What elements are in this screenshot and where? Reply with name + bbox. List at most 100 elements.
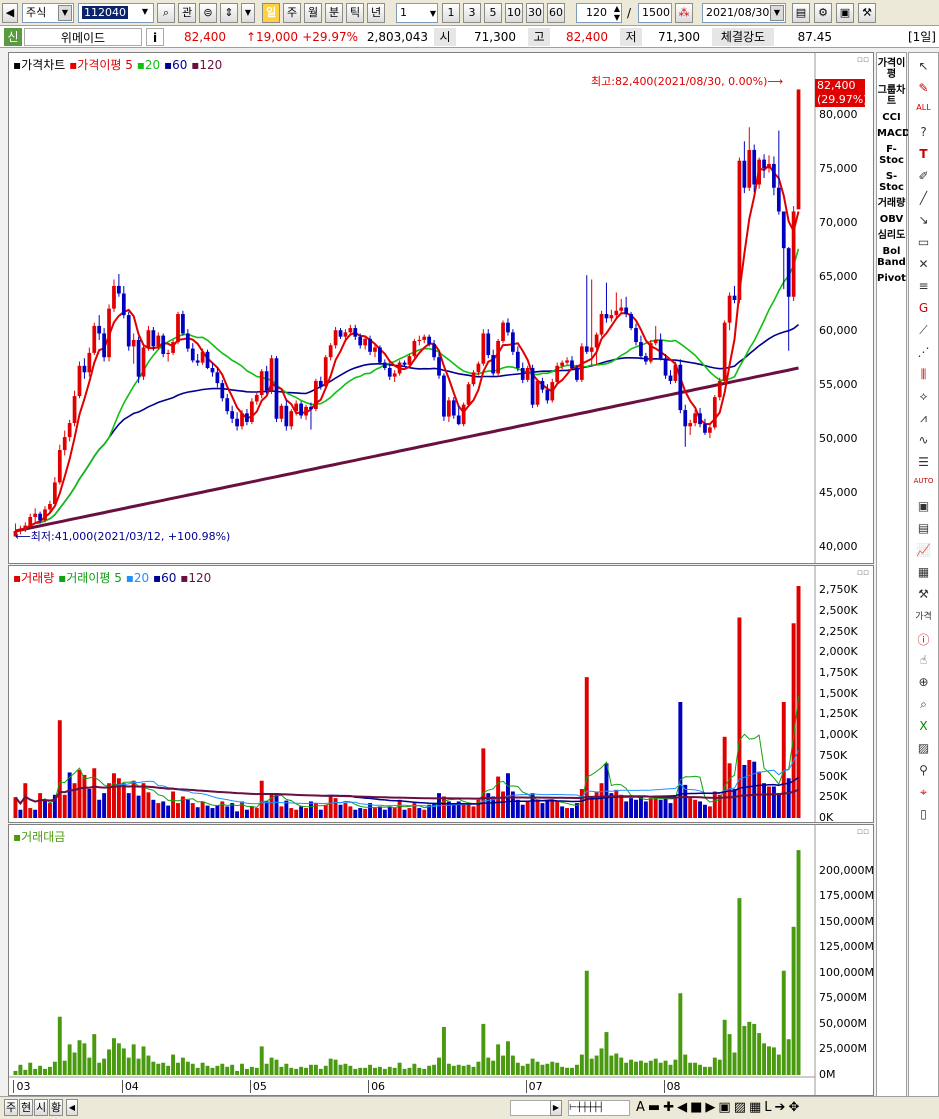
spinner-icon[interactable]: ▲ ▼ xyxy=(614,4,620,22)
period-minute[interactable]: 분 xyxy=(325,3,343,23)
period-day[interactable]: 일 xyxy=(262,3,280,23)
indicator-6[interactable]: 거래량 xyxy=(877,198,906,209)
period-month[interactable]: 월 xyxy=(304,3,322,23)
back-icon[interactable]: ◀ xyxy=(2,3,18,23)
n-5-button[interactable]: 5 xyxy=(484,3,502,23)
chart-icon[interactable]: 📈 xyxy=(914,543,934,559)
price-icon[interactable]: 가격 xyxy=(914,609,934,625)
count-input[interactable]: 120 ▲ ▼ xyxy=(576,3,622,23)
info-button[interactable]: i xyxy=(146,28,164,46)
pointer-icon[interactable]: ☝ xyxy=(914,653,934,669)
prev-icon[interactable]: ◀ xyxy=(677,1100,690,1115)
text-icon[interactable]: T xyxy=(914,147,934,163)
doc-search-icon[interactable]: ⌕ xyxy=(914,697,934,713)
zoom-icon[interactable]: ⊕ xyxy=(914,675,934,691)
indicator-0[interactable]: 가격이평 xyxy=(877,58,906,80)
amount-chart[interactable] xyxy=(9,825,873,1095)
table-icon[interactable]: ▦ xyxy=(914,565,934,581)
list-icon[interactable]: ▤ xyxy=(914,521,934,537)
period-week[interactable]: 주 xyxy=(283,3,301,23)
tab-hwang[interactable]: 황 xyxy=(49,1099,63,1116)
all-icon[interactable]: ALL xyxy=(914,103,934,119)
next-icon[interactable]: ▶ xyxy=(705,1100,718,1115)
period-tick[interactable]: 틱 xyxy=(346,3,364,23)
indicator-10[interactable]: Pivot xyxy=(877,273,906,284)
speed-line-icon[interactable]: ⟡ xyxy=(914,389,934,405)
chevron-down-icon[interactable]: ▼ xyxy=(430,5,436,23)
n-10-button[interactable]: 10 xyxy=(505,3,523,23)
chevron-down-icon[interactable]: ▼ xyxy=(770,5,784,21)
gann-icon[interactable]: G xyxy=(914,301,934,317)
cross-icon[interactable]: ✕ xyxy=(914,257,934,273)
indicator-7[interactable]: OBV xyxy=(877,214,906,225)
navigation-controls[interactable]: A▬✚◀■▶▣▨▦L➔✥ xyxy=(636,1100,802,1115)
fibo-fan-icon[interactable]: ⋰ xyxy=(914,345,934,361)
window-icon[interactable]: ▣ xyxy=(914,499,934,515)
fan-icon[interactable]: ⟋ xyxy=(914,323,934,339)
period-year[interactable]: 년 xyxy=(367,3,385,23)
spin-icon[interactable]: ⇕ xyxy=(220,3,238,23)
indicator-4[interactable]: F-Stoc xyxy=(877,144,906,166)
info-circle-icon[interactable]: ⓘ xyxy=(914,631,934,647)
first-icon[interactable]: A xyxy=(636,1100,648,1115)
indicator-3[interactable]: MACD xyxy=(877,128,910,139)
volume-chart[interactable] xyxy=(9,566,873,822)
gear-icon[interactable]: ⚙ xyxy=(814,3,832,23)
zoom-in-icon[interactable]: ✚ xyxy=(663,1100,677,1115)
arc-icon[interactable]: ⩘ xyxy=(914,411,934,427)
channel-icon[interactable]: ≡ xyxy=(914,279,934,295)
eraser-icon[interactable]: ✎ xyxy=(914,81,934,97)
n-3-button[interactable]: 3 xyxy=(463,3,481,23)
n-60-button[interactable]: 60 xyxy=(547,3,565,23)
indicator-8[interactable]: 심리도 xyxy=(877,230,906,241)
unit-select[interactable]: 1 ▼ xyxy=(396,3,438,23)
angle-line-icon[interactable]: ↘ xyxy=(914,213,934,229)
zoom-out-icon[interactable]: ▬ xyxy=(648,1100,663,1115)
code-input[interactable]: 112040 ▼ xyxy=(78,3,154,23)
tools-icon[interactable]: ⚒ xyxy=(858,3,876,23)
grid-icon[interactable]: ⁂ xyxy=(675,3,693,23)
line-icon[interactable]: ╱ xyxy=(914,191,934,207)
tab-hyeon[interactable]: 현 xyxy=(19,1099,33,1116)
tab-left-icon[interactable]: ◀ xyxy=(66,1099,78,1116)
indicator-9[interactable]: Bol Band xyxy=(877,246,906,268)
bars-icon[interactable]: ☰ xyxy=(914,455,934,471)
target-icon[interactable]: ⌖ xyxy=(914,785,934,801)
tab-si[interactable]: 시 xyxy=(34,1099,48,1116)
move-icon[interactable]: ✥ xyxy=(788,1100,802,1115)
fibo-retrace-icon[interactable]: ⫼ xyxy=(914,367,934,383)
screen-icon[interactable]: ▣ xyxy=(718,1100,733,1115)
grid2-icon[interactable]: ▦ xyxy=(749,1100,764,1115)
magnifier-icon[interactable]: ⚲ xyxy=(914,763,934,779)
wrench-icon[interactable]: ⚒ xyxy=(914,587,934,603)
stop-icon[interactable]: ■ xyxy=(690,1100,705,1115)
market-select[interactable]: 주식 ▼ xyxy=(22,3,74,23)
search-icon[interactable]: ⌕ xyxy=(157,3,175,23)
n-30-button[interactable]: 30 xyxy=(526,3,544,23)
minimize-icon[interactable]: ▯ xyxy=(914,807,934,823)
chevron-down-icon[interactable]: ▼ xyxy=(241,3,255,23)
zoom-slider[interactable]: ⊢┼┼┼┼┤ xyxy=(568,1100,630,1116)
auto-icon[interactable]: AUTO xyxy=(914,477,934,493)
date-select[interactable]: 2021/08/30 ▼ xyxy=(702,3,786,23)
pen-icon[interactable]: ✐ xyxy=(914,169,934,185)
wave-icon[interactable]: ∿ xyxy=(914,433,934,449)
save-icon[interactable]: ▣ xyxy=(836,3,854,23)
scroll-right-icon[interactable]: ▶ xyxy=(550,1100,562,1116)
total-input[interactable]: 1500 xyxy=(638,3,672,23)
excel-icon[interactable]: X xyxy=(914,719,934,735)
price-chart[interactable] xyxy=(9,53,873,563)
indicator-5[interactable]: S-Stoc xyxy=(877,171,906,193)
last-icon[interactable]: L xyxy=(764,1100,774,1115)
page-icon[interactable]: ▤ xyxy=(792,3,810,23)
forward-icon[interactable]: ➔ xyxy=(775,1100,789,1115)
rectangle-icon[interactable]: ▭ xyxy=(914,235,934,251)
image-icon[interactable]: ▨ xyxy=(914,741,934,757)
indicator-1[interactable]: 그룹차트 xyxy=(877,85,906,107)
help-icon[interactable]: ? xyxy=(914,125,934,141)
refresh-icon[interactable]: ⊜ xyxy=(199,3,217,23)
img-icon[interactable]: ▨ xyxy=(734,1100,749,1115)
chevron-down-icon[interactable]: ▼ xyxy=(58,5,72,21)
gwan-button[interactable]: 관 xyxy=(178,3,196,23)
cursor-icon[interactable]: ↖ xyxy=(914,59,934,75)
